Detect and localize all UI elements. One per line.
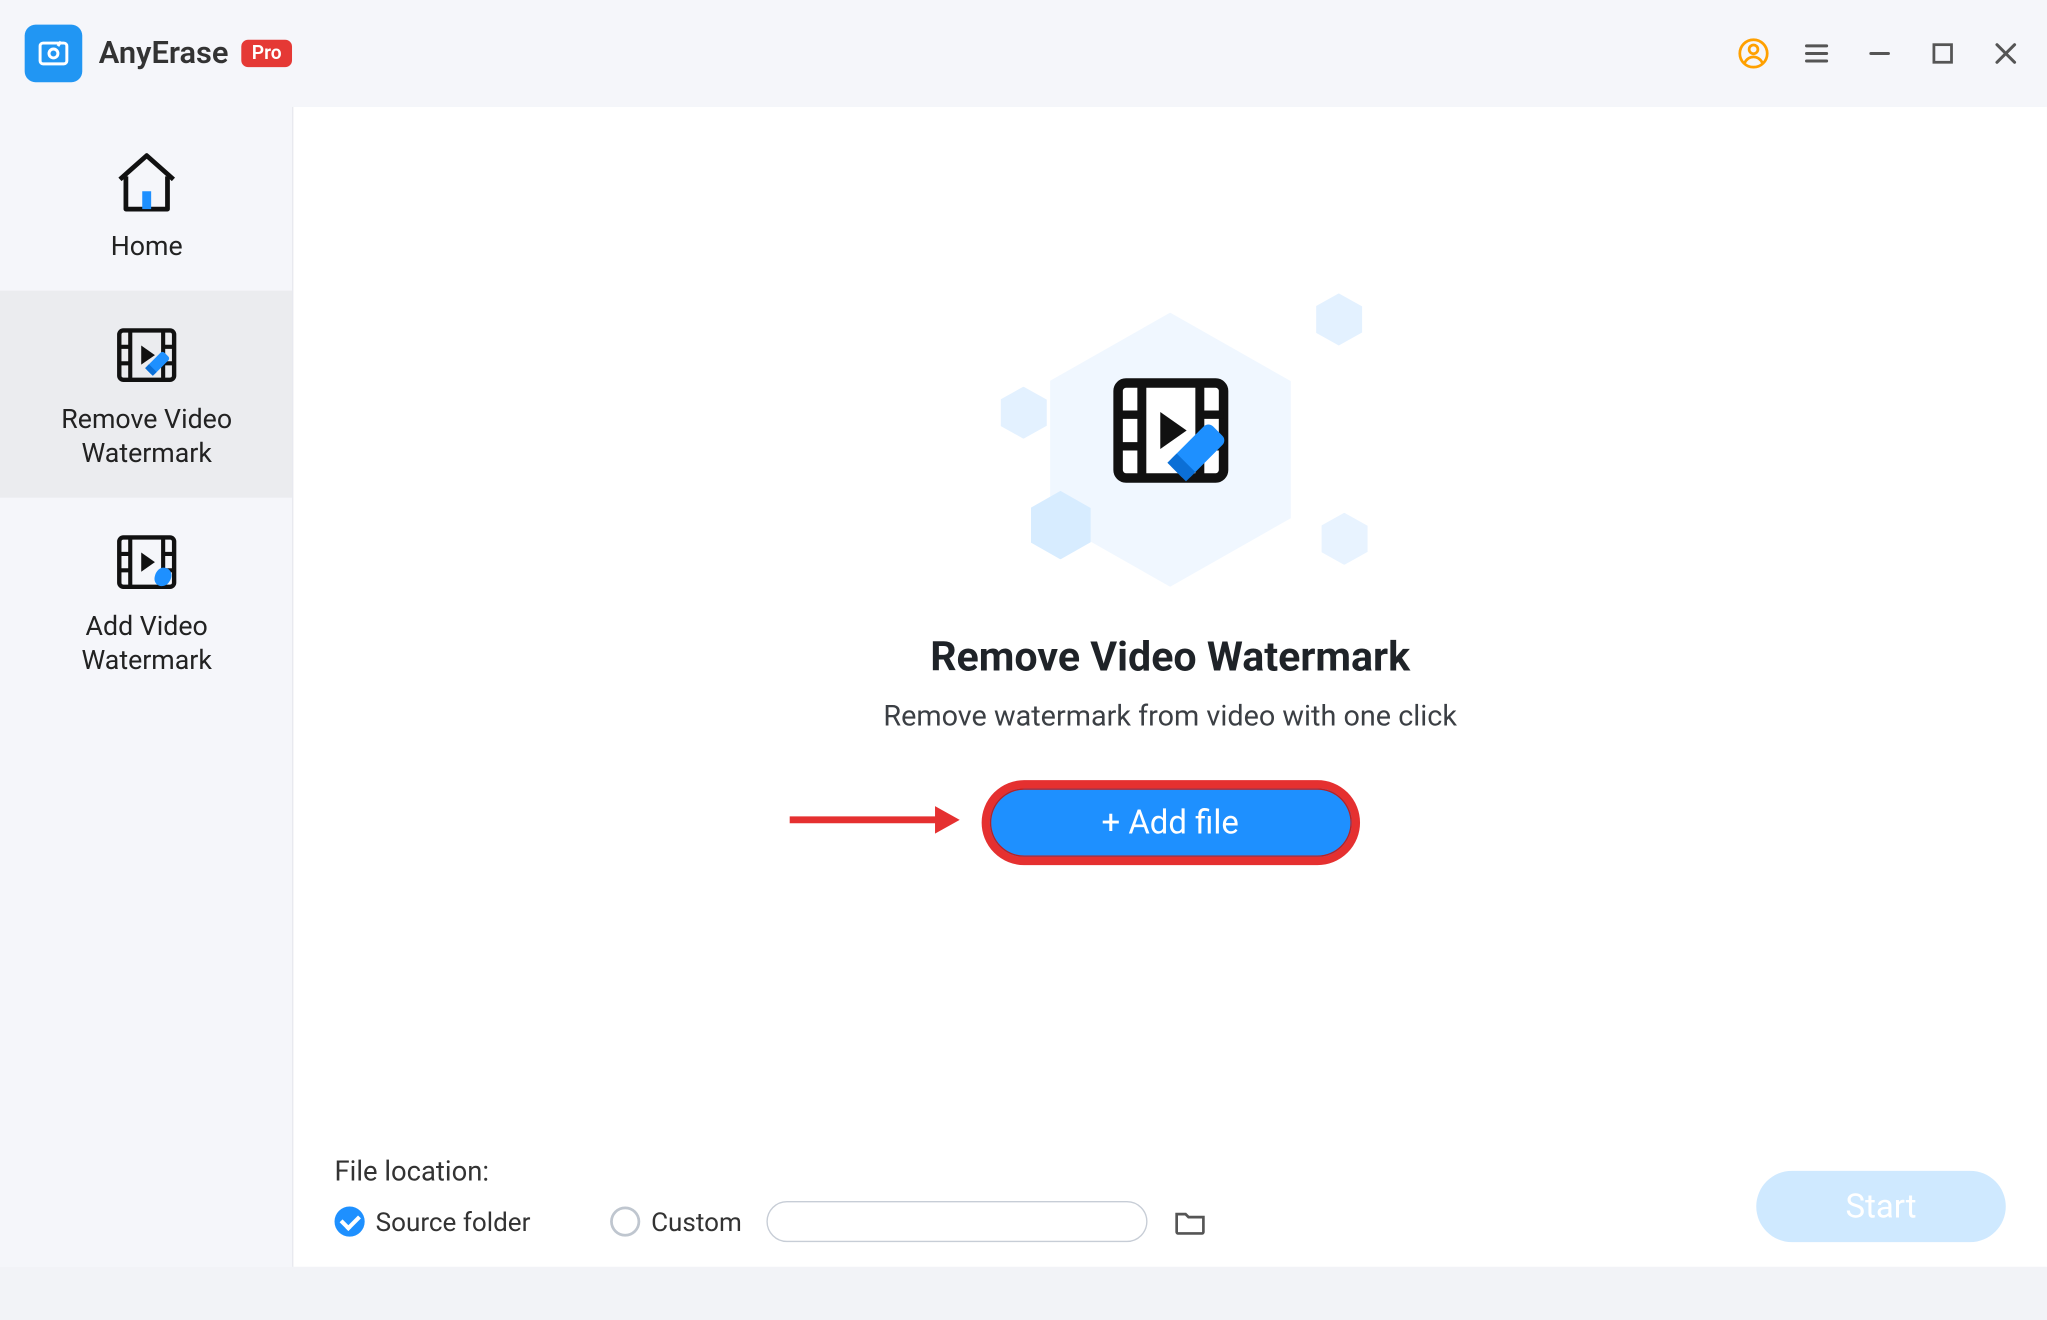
sidebar-item-add-video-watermark[interactable]: Add Video Watermark — [0, 498, 293, 705]
hero-illustration — [978, 299, 1362, 601]
hero-title: Remove Video Watermark — [745, 633, 1595, 681]
close-button[interactable] — [1989, 37, 2022, 70]
sidebar-item-remove-video-watermark[interactable]: Remove Video Watermark — [0, 291, 293, 498]
start-label: Start — [1846, 1187, 1917, 1225]
titlebar: AnyErase Pro — [0, 0, 2047, 107]
file-location-label: File location: — [335, 1154, 2006, 1187]
app-name: AnyErase — [99, 36, 229, 72]
menu-icon[interactable] — [1800, 37, 1833, 70]
sidebar-item-home[interactable]: Home — [0, 118, 293, 291]
app-icon — [25, 25, 83, 83]
add-video-watermark-icon — [8, 528, 285, 597]
minimize-button[interactable] — [1863, 37, 1896, 70]
hero-subtitle: Remove watermark from video with one cli… — [745, 701, 1595, 734]
sidebar-item-label: Remove Video Watermark — [8, 404, 285, 471]
sidebar: Home — [0, 107, 293, 1267]
sidebar-item-label: Home — [8, 230, 285, 263]
bottom-bar: File location: Source folder Custom — [335, 1154, 2006, 1242]
remove-video-watermark-icon — [8, 321, 285, 390]
remove-video-watermark-icon — [1095, 362, 1246, 505]
pro-badge: Pro — [241, 40, 293, 67]
annotation-arrow-icon — [786, 803, 961, 841]
radio-custom[interactable]: Custom — [610, 1206, 742, 1238]
add-file-label: + Add file — [1102, 803, 1239, 841]
add-file-button[interactable]: + Add file — [981, 780, 1359, 865]
profile-icon[interactable] — [1737, 37, 1770, 70]
radio-label: Source folder — [376, 1206, 531, 1238]
sidebar-item-label: Add Video Watermark — [8, 610, 285, 677]
start-button[interactable]: Start — [1756, 1171, 2006, 1242]
maximize-button[interactable] — [1926, 37, 1959, 70]
main-content: Remove Video Watermark Remove watermark … — [293, 107, 2047, 1267]
custom-path-input[interactable] — [766, 1201, 1147, 1242]
radio-label: Custom — [651, 1206, 742, 1238]
radio-source-folder[interactable]: Source folder — [335, 1206, 531, 1238]
browse-folder-icon[interactable] — [1172, 1206, 1208, 1236]
home-icon — [8, 148, 285, 217]
hero: Remove Video Watermark Remove watermark … — [745, 299, 1595, 865]
